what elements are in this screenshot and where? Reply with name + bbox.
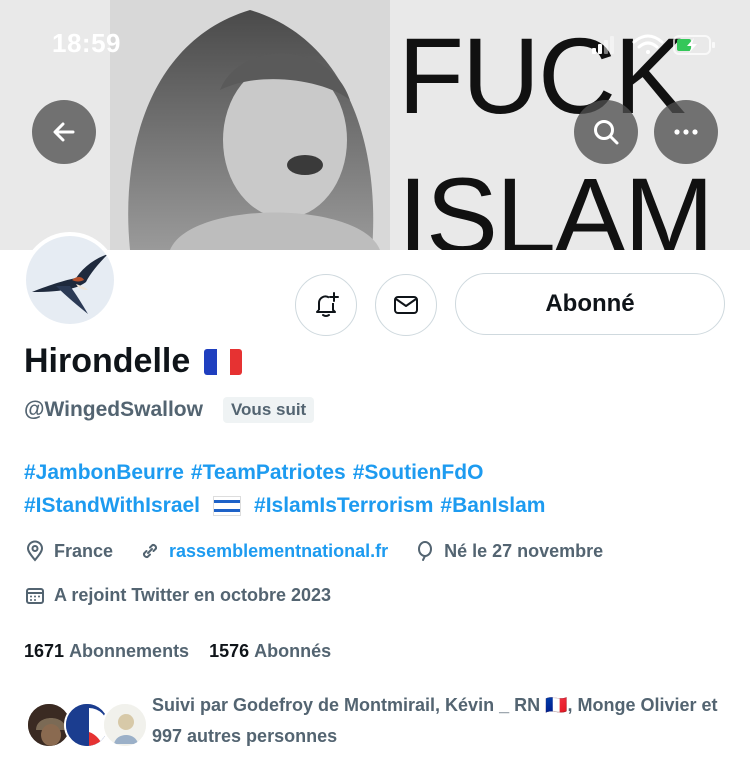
profile-bio: #JambonBeurre #TeamPatriotes #SoutienFdO… [24, 456, 724, 522]
israel-flag-icon [213, 495, 242, 516]
banner-photo [110, 0, 390, 250]
hashtag-link[interactable]: #BanIslam [440, 489, 545, 522]
birthday-item: Né le 27 novembre [414, 540, 603, 562]
bio-line-2: #IStandWithIsrael #IslamIsTerrorism #Ban… [24, 489, 724, 522]
joined-item: A rejoint Twitter en octobre 2023 [24, 584, 331, 606]
back-arrow-icon [53, 122, 75, 142]
profile-meta-row: France rassemblementnational.fr Né le 27… [24, 540, 629, 562]
following-count-link[interactable]: 1671 Abonnements [24, 641, 189, 662]
followed-by-text[interactable]: Suivi par Godefroy de Montmirail, Kévin … [152, 690, 732, 752]
hashtag-link[interactable]: #IslamIsTerrorism [254, 489, 433, 522]
follows-you-badge: Vous suit [222, 397, 315, 423]
website-item[interactable]: rassemblementnational.fr [139, 540, 388, 562]
wifi-icon [632, 34, 664, 54]
user-handle: @WingedSwallow [24, 398, 203, 421]
link-icon [143, 543, 158, 559]
location-item: France [24, 540, 113, 562]
hashtag-link[interactable]: #IStandWithIsrael [24, 489, 200, 522]
more-options-button[interactable] [654, 100, 718, 164]
back-button[interactable] [32, 100, 96, 164]
notifications-button[interactable] [295, 274, 357, 336]
location-icon [26, 540, 44, 562]
illustration-avatar-icon [104, 704, 146, 746]
hashtag-link[interactable]: #TeamPatriotes [191, 456, 346, 489]
banner-text-line2: ISLAM [398, 155, 714, 250]
search-button[interactable] [574, 100, 638, 164]
notification-bell-icon [316, 292, 339, 317]
envelope-icon [394, 296, 418, 314]
swallow-bird-icon [32, 254, 108, 314]
following-button[interactable]: Abonné [455, 273, 725, 335]
direct-message-button[interactable] [375, 274, 437, 336]
location-text: France [54, 540, 114, 561]
hashtag-link[interactable]: #SoutienFdO [353, 456, 484, 489]
joined-row: A rejoint Twitter en octobre 2023 [24, 584, 357, 606]
display-name-text: Hirondelle [24, 342, 191, 380]
following-count: 1671 [24, 641, 65, 661]
search-icon [594, 120, 619, 145]
handle-row: @WingedSwallow Vous suit [24, 397, 315, 423]
status-bar-icons [592, 34, 715, 55]
birthday-balloon-icon [418, 541, 433, 561]
birthday-text: Né le 27 novembre [444, 540, 604, 561]
profile-avatar[interactable] [22, 232, 118, 328]
hashtag-link[interactable]: #JambonBeurre [24, 456, 184, 489]
status-bar-time: 18:59 [52, 28, 121, 58]
cellular-signal-icon [592, 36, 614, 54]
avatar [102, 702, 148, 748]
followers-count-link[interactable]: 1576 Abonnés [209, 641, 331, 662]
bio-line-1: #JambonBeurre #TeamPatriotes #SoutienFdO [24, 456, 724, 489]
france-flag-icon [204, 348, 243, 375]
followers-count: 1576 [209, 641, 250, 661]
following-label: Abonnements [69, 641, 190, 661]
more-icon [674, 129, 698, 135]
joined-text: A rejoint Twitter en octobre 2023 [54, 584, 332, 605]
display-name: Hirondelle [24, 342, 243, 381]
battery-charging-icon [673, 35, 715, 55]
followers-label: Abonnés [254, 641, 332, 661]
calendar-icon [26, 588, 44, 604]
website-link[interactable]: rassemblementnational.fr [169, 541, 388, 562]
follow-counts: 1671 Abonnements 1576 Abonnés [24, 641, 331, 662]
mutual-followers-avatars[interactable] [26, 702, 148, 750]
